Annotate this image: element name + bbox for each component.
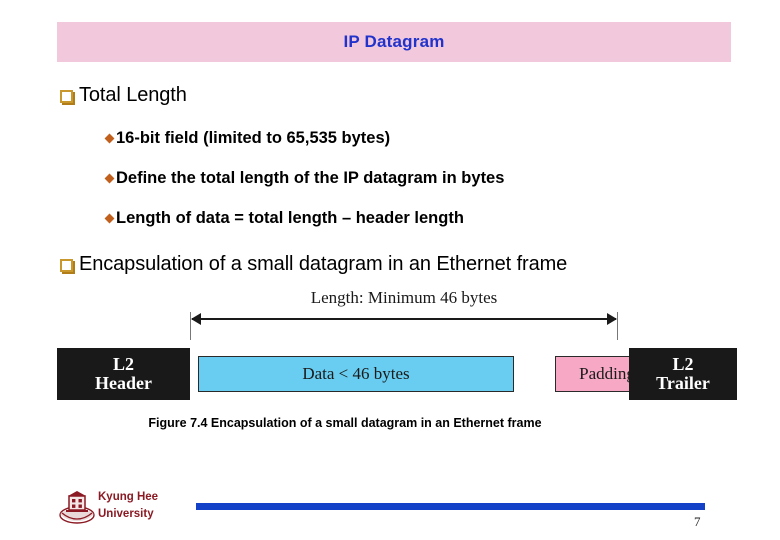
measure-tick-right (617, 312, 618, 340)
footer-divider-bar (196, 503, 705, 510)
bullet-define-total-length: Define the total length of the IP datagr… (104, 169, 505, 188)
block-l2-trailer: L2 Trailer (629, 348, 737, 400)
block-data-label: Data < 46 bytes (302, 364, 410, 383)
ethernet-frame-figure: Length: Minimum 46 bytes L2 Header Data … (0, 288, 780, 408)
bullet-encapsulation: Encapsulation of a small datagram in an … (60, 253, 567, 276)
university-name-line2: University (98, 507, 154, 520)
bullet-define-total-length-label: Define the total length of the IP datagr… (116, 169, 505, 187)
bullet-total-length-label: Total Length (79, 84, 187, 106)
diamond-bullet-icon (104, 213, 115, 224)
university-name-line1: Kyung Hee (98, 491, 159, 503)
block-l2-header-line2: Header (95, 373, 152, 393)
figure-caption: Figure 7.4 Encapsulation of a small data… (148, 416, 542, 430)
measure-label: Length: Minimum 46 bytes (310, 288, 498, 307)
page-number: 7 (694, 514, 701, 529)
slide-title-banner: IP Datagram (57, 22, 731, 62)
arrow-left-icon (191, 313, 201, 325)
bullet-16bit-field: 16-bit field (limited to 65,535 bytes) (104, 129, 391, 148)
bullet-16bit-field-label: 16-bit field (limited to 65,535 bytes) (116, 129, 391, 147)
measure-arrow-line (192, 318, 616, 320)
page-title: IP Datagram (343, 32, 445, 51)
university-crest-icon (59, 491, 95, 524)
block-l2-trailer-line2: Trailer (656, 373, 710, 393)
square-bullet-icon (60, 90, 73, 103)
block-l2-trailer-line1: L2 (672, 354, 694, 375)
diamond-bullet-icon (104, 173, 115, 184)
bullet-encapsulation-label: Encapsulation of a small datagram in an … (79, 253, 568, 275)
block-padding-label: Padding (579, 364, 635, 383)
block-l2-header-line1: L2 (112, 354, 134, 375)
frame-row: L2 Header Data < 46 bytes Padding L2 Tra… (57, 348, 737, 400)
diamond-bullet-icon (104, 133, 115, 144)
block-data: Data < 46 bytes (198, 356, 514, 392)
university-name: Kyung Hee University (98, 489, 158, 522)
bullet-length-of-data-label: Length of data = total length – header l… (116, 209, 464, 227)
square-bullet-icon (60, 259, 73, 272)
bullet-total-length: Total Length (60, 84, 187, 107)
measure-arrow (190, 312, 618, 342)
block-l2-header: L2 Header (57, 348, 190, 400)
arrow-right-icon (607, 313, 617, 325)
bullet-length-of-data: Length of data = total length – header l… (104, 209, 464, 228)
